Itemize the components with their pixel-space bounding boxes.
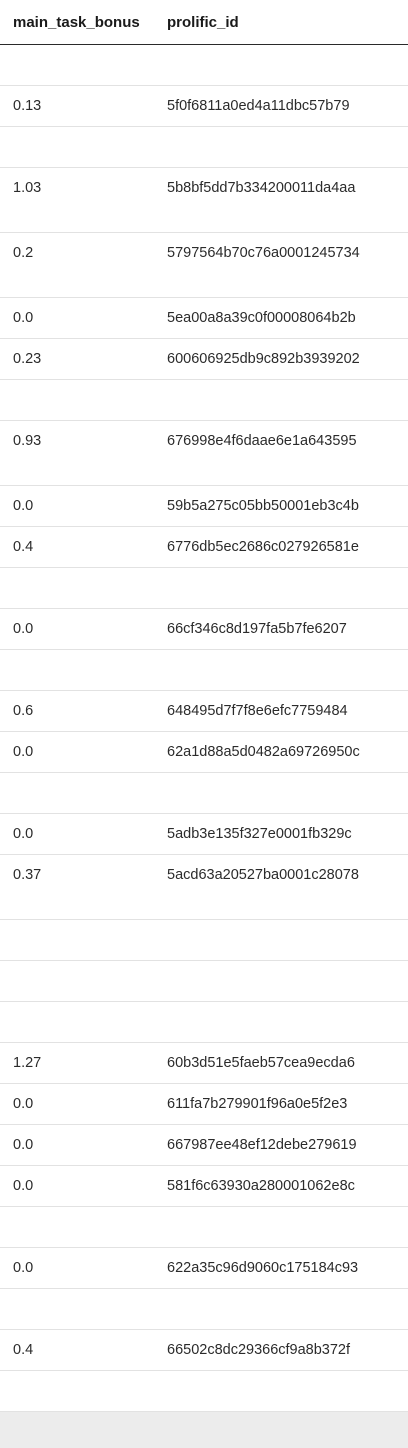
table-row[interactable]: 0.0 622a35c96d9060c175184c93 — [0, 1248, 408, 1289]
cell-main-task-bonus: 0.0 — [13, 1137, 34, 1153]
table-row[interactable] — [0, 961, 408, 1002]
table-footer-bar — [0, 1412, 408, 1448]
table-row[interactable]: 1.03 5b8bf5dd7b334200011da4aa — [0, 168, 408, 233]
table-row[interactable]: 0.37 5acd63a20527ba0001c28078 — [0, 855, 408, 920]
cell-prolific-id: 648495d7f7f8e6efc7759484 — [167, 703, 348, 719]
cell-prolific-id: 611fa7b279901f96a0e5f2e3 — [167, 1096, 348, 1112]
table-row[interactable] — [0, 1371, 408, 1412]
table-row[interactable]: 0.2 5797564b70c76a0001245734 — [0, 233, 408, 298]
cell-prolific-id: 66cf346c8d197fa5b7fe6207 — [167, 621, 347, 637]
table-row[interactable] — [0, 45, 408, 86]
cell-main-task-bonus: 1.27 — [13, 1055, 42, 1071]
cell-prolific-id: 5f0f6811a0ed4a11dbc57b79 — [167, 98, 350, 114]
table-row[interactable] — [0, 920, 408, 961]
cell-prolific-id: 676998e4f6daae6e1a643595 — [167, 433, 357, 449]
table-row[interactable]: 0.23 600606925db9c892b3939202 — [0, 339, 408, 380]
cell-main-task-bonus: 0.0 — [13, 1260, 34, 1276]
cell-main-task-bonus: 0.0 — [13, 498, 34, 514]
cell-prolific-id: 581f6c63930a280001062e8c — [167, 1178, 355, 1194]
data-table: main_task_bonus prolific_id 0.13 5f0f6811… — [0, 0, 408, 1448]
cell-prolific-id: 60b3d51e5faeb57cea9ecda6 — [167, 1055, 355, 1071]
cell-main-task-bonus: 0.0 — [13, 1096, 34, 1112]
cell-main-task-bonus: 0.0 — [13, 744, 34, 760]
column-header-prolific-id[interactable]: prolific_id — [154, 14, 408, 31]
table-row[interactable] — [0, 380, 408, 421]
table-row[interactable]: 0.4 6776db5ec2686c027926581e — [0, 527, 408, 568]
table-row[interactable]: 0.0 667987ee48ef12debe279619 — [0, 1125, 408, 1166]
cell-prolific-id: 5797564b70c76a0001245734 — [167, 245, 360, 261]
cell-main-task-bonus: 0.93 — [13, 433, 42, 449]
cell-prolific-id: 6776db5ec2686c027926581e — [167, 539, 359, 555]
cell-main-task-bonus: 0.6 — [13, 703, 34, 719]
table-row[interactable]: 0.0 62a1d88a5d0482a69726950c — [0, 732, 408, 773]
cell-main-task-bonus: 0.23 — [13, 351, 42, 367]
table-row[interactable]: 0.0 66cf346c8d197fa5b7fe6207 — [0, 609, 408, 650]
table-row[interactable]: 0.0 59b5a275c05bb50001eb3c4b — [0, 486, 408, 527]
table-row[interactable]: 0.6 648495d7f7f8e6efc7759484 — [0, 691, 408, 732]
table-row[interactable] — [0, 1002, 408, 1043]
cell-main-task-bonus: 0.0 — [13, 621, 34, 637]
cell-prolific-id: 59b5a275c05bb50001eb3c4b — [167, 498, 359, 514]
table-row[interactable] — [0, 1207, 408, 1248]
cell-prolific-id: 5b8bf5dd7b334200011da4aa — [167, 180, 356, 196]
table-row[interactable]: 0.0 5adb3e135f327e0001fb329c — [0, 814, 408, 855]
table-row[interactable]: 1.27 60b3d51e5faeb57cea9ecda6 — [0, 1043, 408, 1084]
table-row[interactable]: 0.0 611fa7b279901f96a0e5f2e3 — [0, 1084, 408, 1125]
cell-main-task-bonus: 0.37 — [13, 867, 42, 883]
cell-prolific-id: 600606925db9c892b3939202 — [167, 351, 360, 367]
table-row[interactable]: 0.13 5f0f6811a0ed4a11dbc57b79 — [0, 86, 408, 127]
table-row[interactable] — [0, 773, 408, 814]
cell-main-task-bonus: 1.03 — [13, 180, 42, 196]
table-row[interactable] — [0, 1289, 408, 1330]
cell-prolific-id: 5adb3e135f327e0001fb329c — [167, 826, 352, 842]
table-row[interactable] — [0, 127, 408, 168]
cell-prolific-id: 5ea00a8a39c0f00008064b2b — [167, 310, 356, 326]
cell-main-task-bonus: 0.0 — [13, 826, 34, 842]
cell-main-task-bonus: 0.4 — [13, 1342, 34, 1358]
table-row[interactable]: 0.0 5ea00a8a39c0f00008064b2b — [0, 298, 408, 339]
table-row[interactable] — [0, 568, 408, 609]
cell-main-task-bonus: 0.0 — [13, 310, 34, 326]
cell-prolific-id: 5acd63a20527ba0001c28078 — [167, 867, 359, 883]
cell-main-task-bonus: 0.0 — [13, 1178, 34, 1194]
table-header: main_task_bonus prolific_id — [0, 0, 408, 45]
cell-main-task-bonus: 0.13 — [13, 98, 42, 114]
cell-prolific-id: 62a1d88a5d0482a69726950c — [167, 744, 360, 760]
table-row[interactable]: 0.0 581f6c63930a280001062e8c — [0, 1166, 408, 1207]
cell-main-task-bonus: 0.2 — [13, 245, 34, 261]
table-row[interactable] — [0, 650, 408, 691]
cell-main-task-bonus: 0.4 — [13, 539, 34, 555]
cell-prolific-id: 667987ee48ef12debe279619 — [167, 1137, 357, 1153]
cell-prolific-id: 66502c8dc29366cf9a8b372f — [167, 1342, 351, 1358]
cell-prolific-id: 622a35c96d9060c175184c93 — [167, 1260, 359, 1276]
column-header-main-task-bonus[interactable]: main_task_bonus — [0, 14, 154, 31]
table-row[interactable]: 0.93 676998e4f6daae6e1a643595 — [0, 421, 408, 486]
table-row[interactable]: 0.4 66502c8dc29366cf9a8b372f — [0, 1330, 408, 1371]
table-body: 0.13 5f0f6811a0ed4a11dbc57b79 1.03 5b8bf5dd… — [0, 45, 408, 1412]
